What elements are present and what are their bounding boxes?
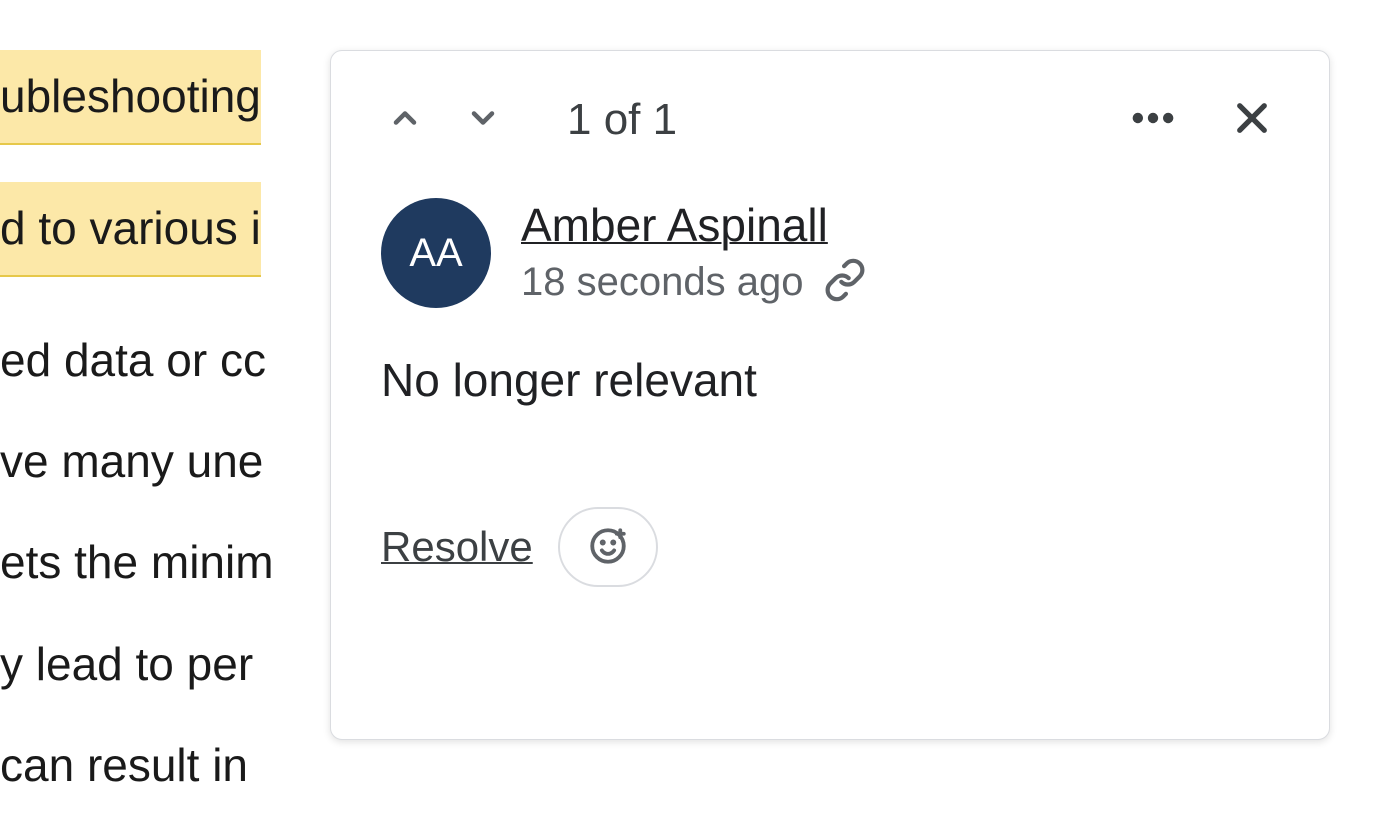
comment-header: 1 of 1 — [381, 86, 1279, 153]
close-button[interactable] — [1225, 91, 1279, 148]
comment-counter: 1 of 1 — [567, 95, 677, 145]
document-text-line: ed data or cc — [0, 314, 340, 407]
close-icon — [1231, 97, 1273, 142]
comment-timestamp: 18 seconds ago — [521, 260, 803, 305]
highlighted-text-line[interactable]: ubleshooting — [0, 50, 261, 145]
document-text-line: y lead to per — [0, 618, 340, 711]
author-info: Amber Aspinall 18 seconds ago — [521, 198, 867, 307]
comment-nav-group: 1 of 1 — [381, 94, 677, 145]
document-text-line: ets the minim — [0, 516, 340, 609]
timestamp-row: 18 seconds ago — [521, 258, 867, 307]
more-options-button[interactable] — [1121, 86, 1185, 153]
resolve-button[interactable]: Resolve — [381, 523, 533, 571]
chevron-down-icon — [465, 100, 501, 139]
emoji-add-icon — [587, 525, 629, 570]
author-name-link[interactable]: Amber Aspinall — [521, 198, 867, 252]
comment-author-row: AA Amber Aspinall 18 seconds ago — [381, 198, 1279, 308]
document-text-line: can result in — [0, 719, 340, 812]
comment-panel: 1 of 1 AA Amber Aspinall 18 seconds ago — [330, 50, 1330, 740]
avatar: AA — [381, 198, 491, 308]
document-background-text: ubleshooting d to various i ed data or c… — [0, 50, 340, 821]
next-comment-button[interactable] — [459, 94, 507, 145]
add-reaction-button[interactable] — [558, 507, 658, 587]
chevron-up-icon — [387, 100, 423, 139]
link-icon — [823, 258, 867, 307]
previous-comment-button[interactable] — [381, 94, 429, 145]
highlighted-text-line[interactable]: d to various i — [0, 182, 261, 277]
comment-body-text: No longer relevant — [381, 353, 1279, 407]
more-horizontal-icon — [1127, 92, 1179, 147]
document-text-line: ve many une — [0, 415, 340, 508]
comment-header-actions — [1121, 86, 1279, 153]
comment-link-button[interactable] — [823, 258, 867, 307]
comment-actions: Resolve — [381, 507, 1279, 587]
